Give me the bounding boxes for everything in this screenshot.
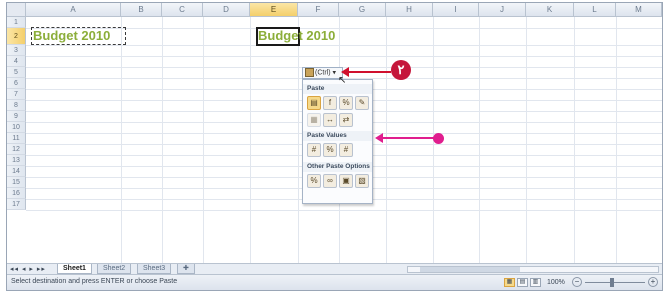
row-header-8[interactable]: 8: [7, 100, 26, 111]
zoom-in-icon[interactable]: +: [648, 277, 658, 287]
row-header-1[interactable]: 1: [7, 17, 26, 28]
picture-icon[interactable]: ▣: [339, 174, 353, 188]
row-header-2[interactable]: 2: [7, 28, 26, 45]
row-header-7[interactable]: 7: [7, 89, 26, 100]
column-header-g[interactable]: G: [339, 3, 386, 17]
row-header-9[interactable]: 9: [7, 111, 26, 122]
callout-arrowhead-pink: [375, 133, 383, 143]
step-number-badge: ٢: [391, 60, 411, 80]
paste-link-icon[interactable]: ∞: [323, 174, 337, 188]
zoom-out-icon[interactable]: −: [572, 277, 582, 287]
paste-options-menu: Paste ▤ f % ✎ ▦ ↔ ⇄ Paste Values # % # O…: [302, 79, 373, 204]
column-header-a[interactable]: A: [26, 3, 121, 17]
column-header-h[interactable]: H: [386, 3, 433, 17]
row-header-17[interactable]: 17: [7, 199, 26, 210]
paste-icon[interactable]: ▤: [307, 96, 321, 110]
scrollbar-thumb[interactable]: [420, 267, 520, 272]
formatting-icon[interactable]: %: [307, 174, 321, 188]
paste-values-section-header: Paste Values: [303, 131, 372, 141]
normal-view-icon[interactable]: ▦: [504, 278, 515, 287]
row-header-5[interactable]: 5: [7, 67, 26, 78]
callout-arrow-red: [343, 71, 391, 73]
column-header-c[interactable]: C: [162, 3, 203, 17]
sheet-tab-3[interactable]: Sheet3: [137, 264, 172, 274]
zoom-level[interactable]: 100%: [547, 279, 565, 286]
sheet-nav-buttons[interactable]: ◂◂ ◂ ▸ ▸▸: [10, 265, 46, 273]
cell-a2[interactable]: Budget 2010: [33, 27, 110, 45]
select-all-corner[interactable]: [7, 3, 26, 17]
row-header-3[interactable]: 3: [7, 45, 26, 56]
keep-column-widths-icon[interactable]: ↔: [323, 113, 337, 127]
paste-formulas-number-formatting-icon[interactable]: %: [339, 96, 353, 110]
linked-picture-icon[interactable]: ▧: [355, 174, 369, 188]
page-break-preview-icon[interactable]: ▥: [530, 278, 541, 287]
values-number-formatting-icon[interactable]: %: [323, 143, 337, 157]
clipboard-icon: [305, 68, 314, 77]
spreadsheet-window: A B C D E F G H I J K L M 1 2 3 4 5 6 7 …: [6, 2, 663, 291]
column-header-b[interactable]: B: [121, 3, 162, 17]
row-header-13[interactable]: 13: [7, 155, 26, 166]
horizontal-scrollbar[interactable]: [407, 266, 659, 273]
callout-dot-pink: [433, 133, 444, 144]
sheet-tab-1[interactable]: Sheet1: [57, 264, 92, 274]
keep-source-formatting-icon[interactable]: ✎: [355, 96, 369, 110]
transpose-icon[interactable]: ⇄: [339, 113, 353, 127]
callout-arrowhead-red: [341, 67, 349, 77]
column-header-e[interactable]: E: [250, 3, 298, 17]
column-header-k[interactable]: K: [526, 3, 574, 17]
paste-options-label: (Ctrl): [315, 69, 331, 77]
callout-arrow-pink: [382, 137, 435, 139]
column-header-l[interactable]: L: [574, 3, 616, 17]
values-icon[interactable]: #: [307, 143, 321, 157]
column-header-m[interactable]: M: [616, 3, 662, 17]
paste-formulas-icon[interactable]: f: [323, 96, 337, 110]
values-source-formatting-icon[interactable]: #: [339, 143, 353, 157]
paste-options-button[interactable]: (Ctrl) ▾: [302, 67, 343, 79]
row-header-16[interactable]: 16: [7, 188, 26, 199]
status-bar: Select destination and press ENTER or ch…: [7, 274, 662, 290]
zoom-slider-handle[interactable]: [610, 278, 614, 287]
column-header-d[interactable]: D: [203, 3, 250, 17]
sheet-tab-2[interactable]: Sheet2: [97, 264, 132, 274]
column-header-f[interactable]: F: [298, 3, 339, 17]
cell-e2[interactable]: Budget 2010: [258, 27, 335, 45]
row-header-12[interactable]: 12: [7, 144, 26, 155]
row-header-6[interactable]: 6: [7, 78, 26, 89]
status-message: Select destination and press ENTER or ch…: [11, 278, 178, 285]
row-header-11[interactable]: 11: [7, 133, 26, 144]
column-header-j[interactable]: J: [479, 3, 526, 17]
no-borders-icon[interactable]: ▦: [307, 113, 321, 127]
row-header-10[interactable]: 10: [7, 122, 26, 133]
row-header-4[interactable]: 4: [7, 56, 26, 67]
column-header-i[interactable]: I: [433, 3, 479, 17]
new-sheet-tab-icon[interactable]: ✚: [177, 264, 195, 274]
other-paste-options-section-header: Other Paste Options: [303, 162, 372, 172]
zoom-slider[interactable]: [585, 282, 645, 283]
row-header-14[interactable]: 14: [7, 166, 26, 177]
row-header-15[interactable]: 15: [7, 177, 26, 188]
page-layout-view-icon[interactable]: ▤: [517, 278, 528, 287]
